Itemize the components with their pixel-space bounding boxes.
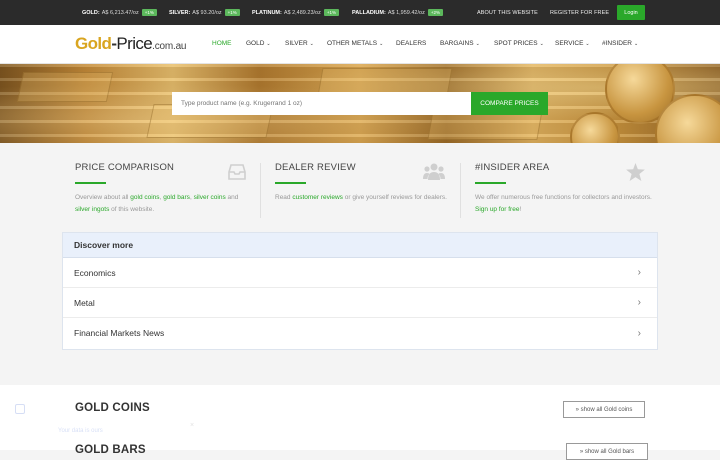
feature-text: Overview about all bbox=[75, 194, 131, 201]
title-underline bbox=[275, 182, 306, 184]
nav-silver[interactable]: SILVER ⌄ bbox=[285, 40, 314, 47]
site-logo[interactable]: Gold-Price.com.au bbox=[75, 34, 186, 54]
silver-ingots-link[interactable]: silver ingots bbox=[75, 206, 109, 213]
feature-price-comparison-text: Overview about all gold coins, gold bars… bbox=[75, 192, 255, 216]
nav-other-metals[interactable]: OTHER METALS ⌄ bbox=[327, 40, 383, 47]
ticker-silver-value: A$ 93.20/oz bbox=[192, 9, 222, 16]
nav-service-label: SERVICE bbox=[555, 40, 584, 47]
compare-prices-button[interactable]: COMPARE PRICES bbox=[471, 92, 548, 115]
ticker-gold-label: GOLD: bbox=[82, 9, 100, 16]
discover-item-label: Economics bbox=[74, 267, 116, 278]
cookie-notice-text: Your data is ours bbox=[58, 428, 103, 434]
discover-more-panel: Discover more Economics › Metal › Financ… bbox=[62, 232, 658, 350]
discover-item-label: Metal bbox=[74, 297, 95, 308]
site-header: Gold-Price.com.au HOME GOLD ⌄ SILVER ⌄ OTH… bbox=[0, 25, 720, 64]
logo-price-text: Price bbox=[116, 34, 153, 53]
feature-text: We offer numerous free functions for col… bbox=[475, 194, 652, 201]
nav-insider-label: #INSIDER bbox=[602, 40, 632, 47]
chevron-down-icon: ⌄ bbox=[475, 41, 480, 47]
discover-item-metal[interactable]: Metal › bbox=[63, 288, 657, 318]
ticker-palladium: PALLADIUM: A$ 1,959.42/oz +2% bbox=[352, 9, 443, 16]
ticker-silver-change-badge: +1% bbox=[224, 9, 240, 16]
discover-item-financial-markets-news[interactable]: Financial Markets News › bbox=[63, 318, 657, 348]
ticker-palladium-value: A$ 1,959.42/oz bbox=[387, 9, 425, 16]
logo-tld-text: .com.au bbox=[152, 41, 187, 52]
show-all-gold-bars-button[interactable]: » show all Gold bars bbox=[566, 443, 648, 460]
gold-coin-shape bbox=[570, 112, 620, 143]
ticker-gold-value: A$ 6,213.47/oz bbox=[101, 9, 139, 16]
register-link[interactable]: REGISTER FOR FREE bbox=[550, 10, 609, 16]
about-website-link[interactable]: ABOUT THIS WEBSITE bbox=[477, 10, 538, 16]
feature-dealer-review-text: Read customer reviews or give yourself r… bbox=[275, 192, 455, 204]
close-icon[interactable]: × bbox=[190, 422, 194, 429]
discover-more-title: Discover more bbox=[63, 233, 657, 258]
price-ticker-bar: GOLD: A$ 6,213.47/oz +1% SILVER: A$ 93.2… bbox=[0, 0, 720, 25]
ticker-silver-label: SILVER: bbox=[169, 9, 191, 16]
cookie-notice[interactable]: Your data is ours × bbox=[10, 398, 220, 450]
chevron-right-icon: › bbox=[637, 297, 641, 308]
title-underline bbox=[475, 182, 506, 184]
ticker-palladium-change-badge: +2% bbox=[427, 9, 443, 16]
chevron-down-icon: ⌄ bbox=[585, 41, 590, 47]
ticker-silver: SILVER: A$ 93.20/oz +1% bbox=[169, 9, 240, 16]
show-all-gold-coins-button[interactable]: » show all Gold coins bbox=[563, 401, 645, 418]
feature-text: Read bbox=[275, 194, 293, 201]
ticker-platinum-change-badge: +1% bbox=[323, 9, 339, 16]
nav-dealers-label: DEALERS bbox=[396, 40, 427, 47]
nav-insider[interactable]: #INSIDER ⌄ bbox=[602, 40, 638, 47]
ticker-platinum: PLATINUM: A$ 2,489.23/oz +1% bbox=[252, 9, 339, 16]
feature-insider-area-text: We offer numerous free functions for col… bbox=[475, 192, 655, 216]
nav-bargains[interactable]: BARGAINS ⌄ bbox=[440, 40, 480, 47]
title-underline bbox=[75, 182, 106, 184]
discover-item-economics[interactable]: Economics › bbox=[63, 258, 657, 288]
inbox-icon bbox=[228, 164, 246, 180]
nav-other-metals-label: OTHER METALS bbox=[327, 40, 378, 47]
chevron-down-icon: ⌄ bbox=[309, 41, 314, 47]
feature-text: ! bbox=[519, 206, 522, 213]
feature-text: and bbox=[225, 194, 239, 201]
chevron-down-icon: ⌄ bbox=[539, 41, 544, 47]
ticker-gold: GOLD: A$ 6,213.47/oz +1% bbox=[82, 9, 157, 16]
sign-up-link[interactable]: Sign up for free bbox=[475, 206, 519, 213]
chevron-down-icon: ⌄ bbox=[633, 41, 639, 47]
logo-gold-text: Gold bbox=[75, 34, 112, 53]
chevron-down-icon: ⌄ bbox=[379, 41, 384, 47]
feature-divider bbox=[460, 163, 461, 218]
nav-dealers[interactable]: DEALERS bbox=[396, 40, 426, 47]
feature-text: of this website. bbox=[109, 206, 155, 213]
nav-spot-prices[interactable]: SPOT PRICES ⌄ bbox=[494, 40, 544, 47]
nav-service[interactable]: SERVICE ⌄ bbox=[555, 40, 590, 47]
product-search-input[interactable] bbox=[172, 92, 472, 115]
feature-text: or give yourself reviews for dealers. bbox=[342, 194, 447, 201]
customer-reviews-link[interactable]: customer reviews bbox=[292, 194, 343, 201]
nav-silver-label: SILVER bbox=[285, 40, 308, 47]
nav-gold[interactable]: GOLD ⌄ bbox=[246, 40, 271, 47]
silver-coins-link[interactable]: silver coins bbox=[194, 194, 226, 201]
feature-divider bbox=[260, 163, 261, 218]
nav-home[interactable]: HOME bbox=[212, 40, 232, 47]
login-button[interactable]: Login bbox=[617, 5, 645, 20]
privacy-icon bbox=[15, 404, 25, 414]
ticker-platinum-label: PLATINUM: bbox=[252, 9, 282, 16]
ticker-gold-change-badge: +1% bbox=[141, 9, 157, 16]
nav-bargains-label: BARGAINS bbox=[440, 40, 474, 47]
chevron-right-icon: › bbox=[637, 327, 641, 339]
gold-bars-link[interactable]: gold bars bbox=[163, 194, 190, 201]
chevron-right-icon: › bbox=[637, 267, 641, 278]
nav-home-label: HOME bbox=[212, 40, 232, 47]
gold-coins-link[interactable]: gold coins bbox=[130, 194, 159, 201]
star-icon bbox=[626, 163, 645, 181]
ticker-platinum-value: A$ 2,489.23/oz bbox=[283, 9, 321, 16]
ticker-palladium-label: PALLADIUM: bbox=[352, 9, 386, 16]
discover-item-label: Financial Markets News bbox=[74, 328, 165, 338]
users-icon bbox=[423, 163, 445, 180]
chevron-down-icon: ⌄ bbox=[266, 41, 271, 47]
nav-gold-label: GOLD bbox=[246, 40, 265, 47]
gold-bar-shape bbox=[16, 72, 114, 102]
nav-spot-prices-label: SPOT PRICES bbox=[494, 40, 538, 47]
